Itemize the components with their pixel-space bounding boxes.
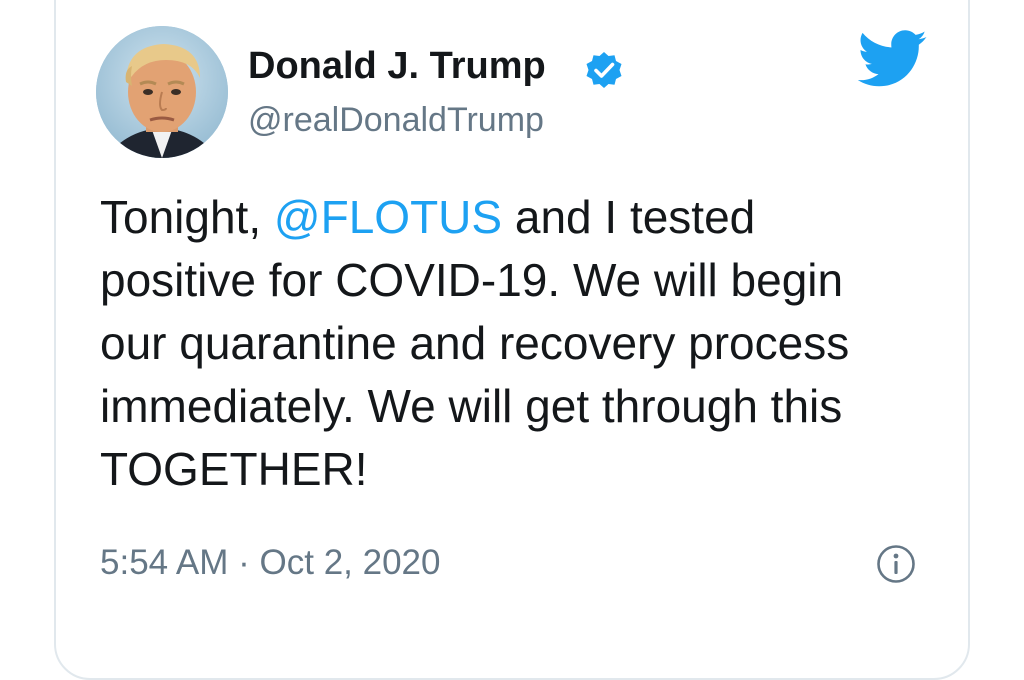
tweet-timestamp[interactable]: 5:54 AM · Oct 2, 2020 <box>100 540 440 586</box>
mention-link[interactable]: @FLOTUS <box>274 191 502 243</box>
info-icon[interactable] <box>876 544 916 584</box>
avatar[interactable] <box>96 26 228 158</box>
tweet-time: 5:54 AM <box>100 543 229 582</box>
tweet-text: Tonight, @FLOTUS and I tested positive f… <box>100 186 920 501</box>
author-name[interactable]: Donald J. Trump <box>248 42 546 90</box>
author-handle[interactable]: @realDonaldTrump <box>248 98 544 142</box>
twitter-bird-icon[interactable] <box>857 30 928 88</box>
tweet-text-start: Tonight, <box>100 191 274 243</box>
verified-badge-icon <box>584 50 624 90</box>
timestamp-separator: · <box>228 543 260 582</box>
tweet-date: Oct 2, 2020 <box>259 543 441 582</box>
